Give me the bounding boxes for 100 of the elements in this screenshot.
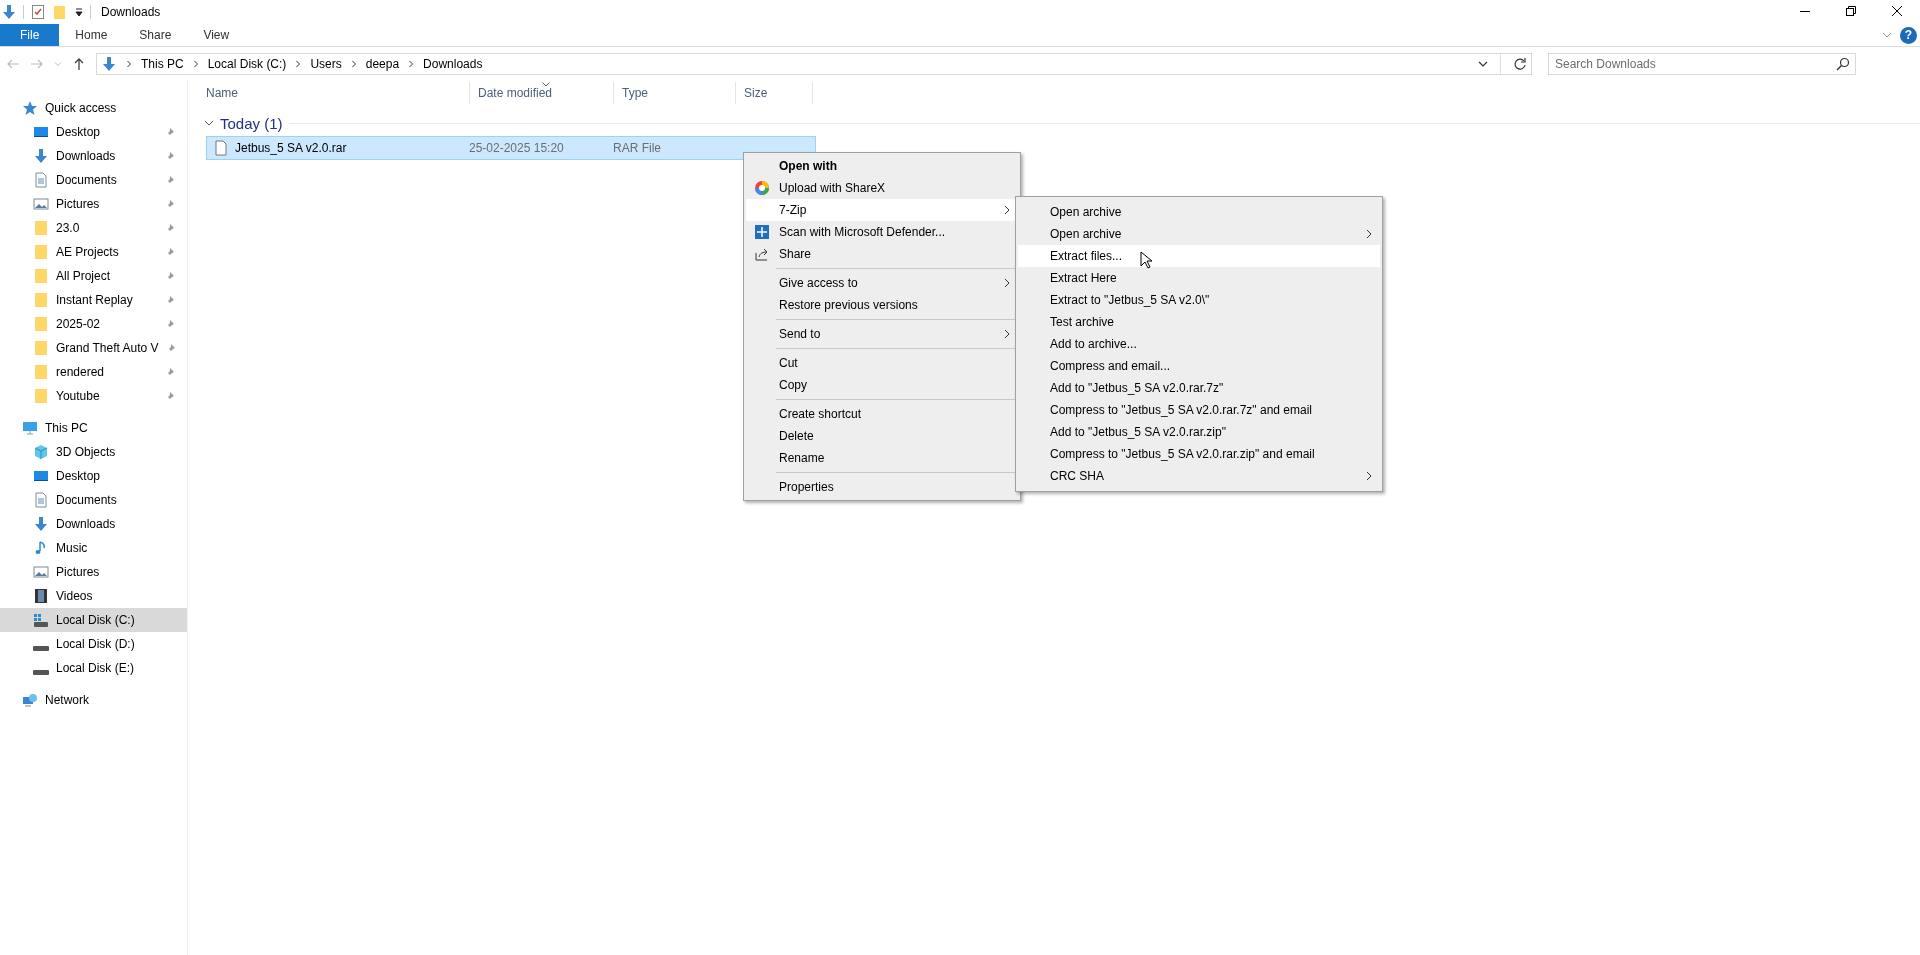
- nav-item[interactable]: Grand Theft Auto V: [0, 336, 187, 360]
- star-icon: [22, 100, 38, 116]
- nav-item[interactable]: Local Disk (E:): [0, 656, 187, 680]
- menu-item[interactable]: Send to: [746, 323, 1018, 345]
- menu-item[interactable]: Cut: [746, 352, 1018, 374]
- nav-item[interactable]: rendered: [0, 360, 187, 384]
- menu-item[interactable]: Restore previous versions: [746, 294, 1018, 316]
- nav-item[interactable]: Downloads: [0, 512, 187, 536]
- nav-item[interactable]: Videos: [0, 584, 187, 608]
- ribbon-tab[interactable]: View: [187, 24, 246, 46]
- nav-item[interactable]: Local Disk (C:): [0, 608, 187, 632]
- menu-item[interactable]: Delete: [746, 425, 1018, 447]
- nav-item[interactable]: Desktop: [0, 464, 187, 488]
- menu-item[interactable]: Give access to: [746, 272, 1018, 294]
- network-icon: [22, 692, 38, 708]
- file-icon: [213, 140, 229, 156]
- ribbon-tab[interactable]: Share: [123, 24, 188, 46]
- chevron-right-icon[interactable]: [407, 59, 416, 68]
- collapse-chevron-icon[interactable]: [204, 118, 214, 128]
- menu-item[interactable]: Rename: [746, 447, 1018, 469]
- up-arrow-icon[interactable]: [72, 56, 86, 71]
- menu-item[interactable]: Compress to "Jetbus_5 SA v2.0.rar.zip" and email: [1018, 443, 1380, 465]
- download-arrow-icon: [101, 55, 117, 72]
- monitor-icon: [22, 420, 38, 436]
- breadcrumb-item[interactable]: Downloads: [423, 56, 483, 71]
- menu-item[interactable]: Add to archive...: [1018, 333, 1380, 355]
- chevron-right-icon[interactable]: [191, 59, 200, 68]
- help-button[interactable]: ?: [1900, 26, 1917, 44]
- column-header[interactable]: Type: [614, 82, 736, 104]
- film-icon: [33, 588, 49, 604]
- download-arrow-icon[interactable]: [1, 4, 17, 20]
- customize-dropdown-icon[interactable]: [74, 7, 84, 17]
- type-cell-text: RAR File: [612, 141, 662, 155]
- breadcrumb-item[interactable]: This PC: [141, 56, 184, 71]
- chevron-right-icon[interactable]: [125, 59, 133, 68]
- menu-item[interactable]: Compress to "Jetbus_5 SA v2.0.rar.7z" and email: [1018, 399, 1380, 421]
- nav-item[interactable]: Pictures: [0, 560, 187, 584]
- nav-item[interactable]: Documents: [0, 168, 187, 192]
- nav-item[interactable]: Downloads: [0, 144, 187, 168]
- nav-item[interactable]: All Project: [0, 264, 187, 288]
- nav-item[interactable]: 23.0: [0, 216, 187, 240]
- folder-icon: [33, 292, 49, 308]
- drive-icon: [33, 612, 49, 628]
- menu-item[interactable]: Create shortcut: [746, 403, 1018, 425]
- search-field[interactable]: Search Downloads: [1548, 52, 1856, 75]
- download-arrow-icon: [33, 516, 49, 532]
- menu-item[interactable]: Copy: [746, 374, 1018, 396]
- menu-item[interactable]: Extract Here: [1018, 267, 1380, 289]
- nav-section[interactable]: Quick access: [0, 96, 187, 120]
- menu-item[interactable]: Compress and email...: [1018, 355, 1380, 377]
- nav-item[interactable]: Desktop: [0, 120, 187, 144]
- address-bar[interactable]: This PC Local Disk (C:) Users deepa Downloads: [96, 52, 1532, 75]
- nav-item[interactable]: Instant Replay: [0, 288, 187, 312]
- menu-item[interactable]: Add to "Jetbus_5 SA v2.0.rar.7z": [1018, 377, 1380, 399]
- document-icon: [33, 492, 49, 508]
- picture-icon: [33, 196, 49, 212]
- nav-item[interactable]: 3D Objects: [0, 440, 187, 464]
- menu-item[interactable]: Scan with Microsoft Defender...: [746, 221, 1018, 243]
- cursor-icon: [1140, 251, 1152, 269]
- menu-item[interactable]: Share: [746, 243, 1018, 265]
- chevron-right-icon[interactable]: [294, 59, 303, 68]
- menu-item[interactable]: 7-Zip: [746, 199, 1018, 221]
- search-icon[interactable]: [1836, 56, 1850, 71]
- share-icon: [754, 246, 770, 262]
- nav-item[interactable]: Youtube: [0, 384, 187, 408]
- breadcrumb-item[interactable]: Local Disk (C:): [207, 56, 287, 71]
- breadcrumb-item[interactable]: deepa: [365, 56, 400, 71]
- nav-section[interactable]: This PC: [0, 416, 187, 440]
- app-logo-icon: [754, 180, 770, 196]
- folder-icon: [33, 388, 49, 404]
- picture-icon: [33, 564, 49, 580]
- menu-item[interactable]: Test archive: [1018, 311, 1380, 333]
- nav-item[interactable]: 2025-02: [0, 312, 187, 336]
- nav-item[interactable]: Local Disk (D:): [0, 632, 187, 656]
- nav-item[interactable]: Documents: [0, 488, 187, 512]
- breadcrumb-item[interactable]: Users: [310, 56, 342, 71]
- column-header[interactable]: Size: [736, 82, 813, 104]
- ribbon-tab[interactable]: Home: [59, 24, 124, 46]
- ribbon-tab[interactable]: File: [0, 24, 60, 46]
- file-row[interactable]: Jetbus_5 SA v2.0.rar 25-02-2025 15:20 RAR File: [206, 136, 816, 160]
- column-header[interactable]: Date modified: [470, 82, 614, 104]
- nav-item[interactable]: Pictures: [0, 192, 187, 216]
- menu-item[interactable]: Add to "Jetbus_5 SA v2.0.rar.zip": [1018, 421, 1380, 443]
- menu-item[interactable]: Upload with ShareX: [746, 177, 1018, 199]
- group-header[interactable]: Today (1): [220, 114, 283, 132]
- menu-item[interactable]: Open archive: [1018, 201, 1380, 223]
- nav-section[interactable]: Network: [0, 688, 187, 712]
- menu-item[interactable]: Properties: [746, 476, 1018, 498]
- refresh-icon[interactable]: [1513, 56, 1527, 71]
- menu-item[interactable]: CRC SHA: [1018, 465, 1380, 487]
- column-header[interactable]: Name: [198, 82, 470, 104]
- desktop-icon: [33, 124, 49, 140]
- menu-item[interactable]: Open archive: [1018, 223, 1380, 245]
- nav-item[interactable]: Music: [0, 536, 187, 560]
- menu-item[interactable]: Extract files...: [1018, 245, 1380, 267]
- menu-item[interactable]: Extract to "Jetbus_5 SA v2.0\": [1018, 289, 1380, 311]
- shield-icon: [754, 224, 770, 240]
- nav-item[interactable]: AE Projects: [0, 240, 187, 264]
- chevron-right-icon[interactable]: [349, 59, 358, 68]
- properties-icon[interactable]: [30, 4, 46, 20]
